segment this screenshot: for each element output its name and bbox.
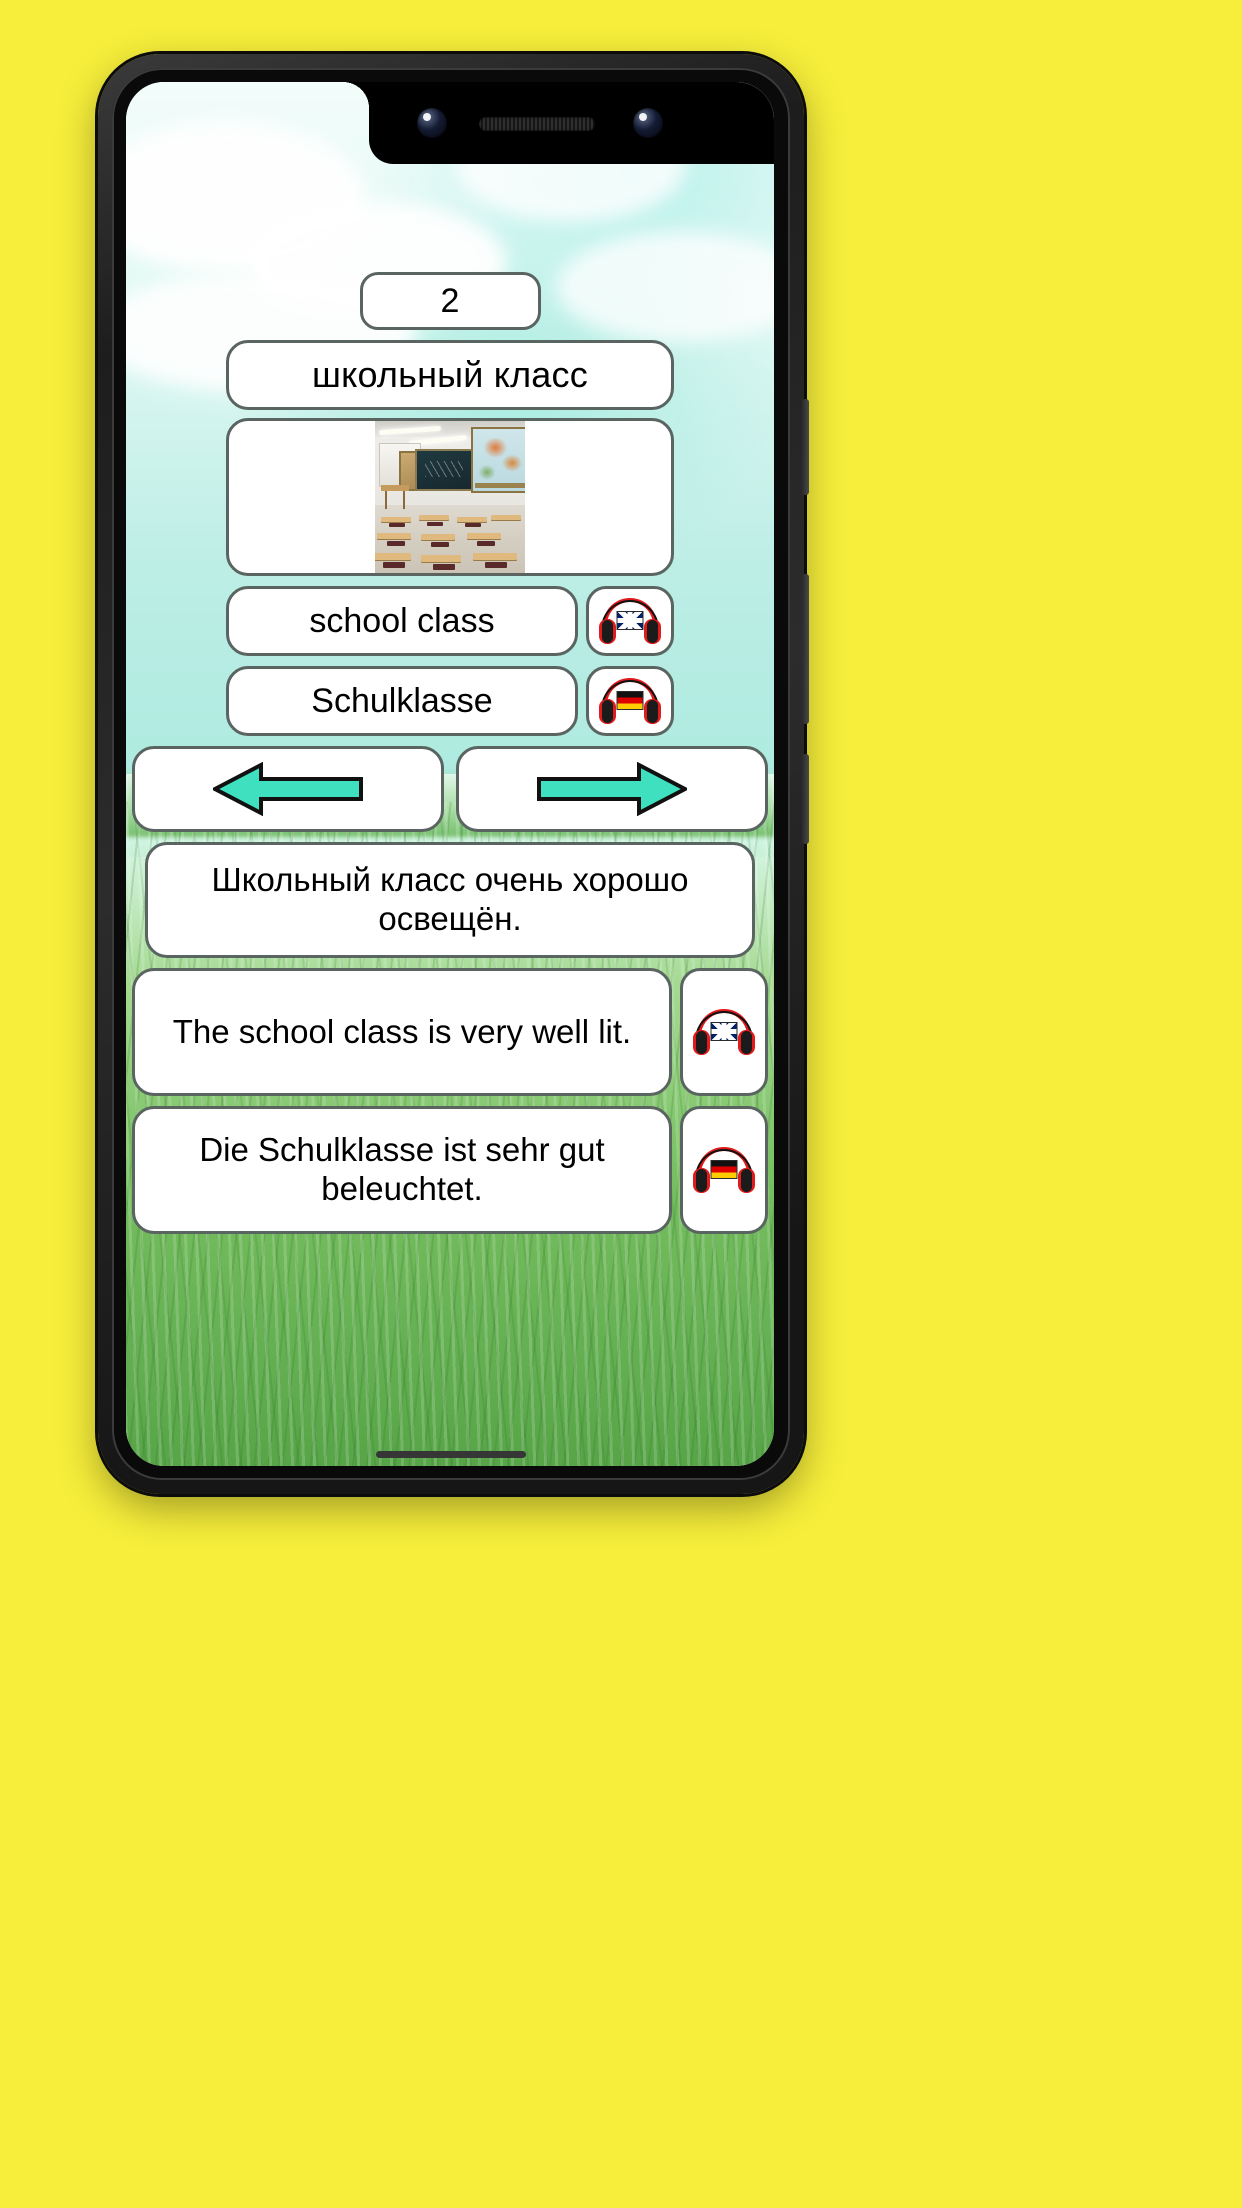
right-arrow-icon [537,762,687,816]
translation-row-german: Schulklasse [132,666,768,736]
sentence-audio-button-english[interactable] [680,968,768,1096]
front-camera-secondary-icon [633,108,663,138]
app-content: 2 школьный класс school class Schulklass… [126,82,774,1466]
phone-bezel: 2 школьный класс school class Schulklass… [112,68,790,1480]
translation-text-german[interactable]: Schulklasse [226,666,578,736]
volume-down-button[interactable] [802,574,809,724]
phone-screen: 2 школьный класс school class Schulklass… [126,82,774,1466]
sentence-audio-button-german[interactable] [680,1106,768,1234]
navigation-row [132,746,768,832]
earpiece-speaker-icon [479,117,595,131]
word-image-card[interactable] [226,418,674,576]
phone-notch [343,82,774,164]
home-indicator-icon [376,1451,526,1458]
translation-row-english: school class [132,586,768,656]
translation-text-english[interactable]: school class [226,586,578,656]
card-index-badge: 2 [359,272,541,330]
front-camera-icon [417,108,447,138]
headphones-de-flag-icon [693,1147,755,1193]
sentence-row-german: Die Schulklasse ist sehr gut beleuchtet. [132,1106,768,1234]
previous-button[interactable] [132,746,444,832]
headphones-uk-flag-icon [693,1009,755,1055]
sentence-russian-card[interactable]: Школьный класс очень хорошо освещён. [144,842,756,958]
phone-device-frame: 2 школьный класс school class Schulklass… [98,54,809,1494]
sentence-text-english[interactable]: The school class is very well lit. [132,968,672,1096]
left-arrow-icon [213,762,363,816]
audio-button-german[interactable] [586,666,674,736]
sentence-row-english: The school class is very well lit. [132,968,768,1096]
power-button[interactable] [802,754,809,844]
volume-up-button[interactable] [802,399,809,495]
headphones-de-flag-icon [599,678,661,724]
classroom-photo [375,421,525,573]
next-button[interactable] [456,746,768,832]
audio-button-english[interactable] [586,586,674,656]
sentence-text-german[interactable]: Die Schulklasse ist sehr gut beleuchtet. [132,1106,672,1234]
word-russian-card[interactable]: школьный класс [226,340,674,410]
headphones-uk-flag-icon [599,598,661,644]
